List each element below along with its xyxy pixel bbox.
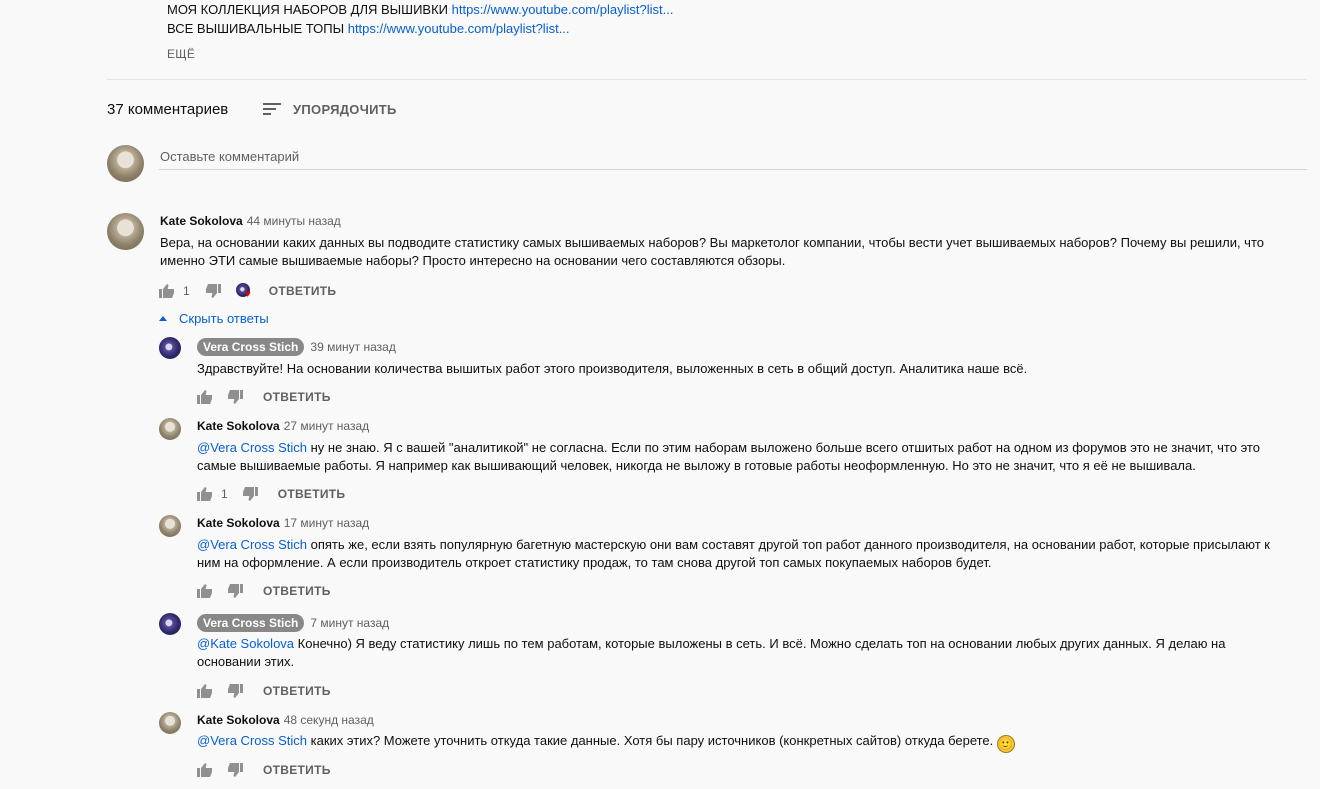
show-more-button[interactable]: ЕЩЁ (167, 47, 195, 61)
comment-header: Kate Sokolova 44 минуты назад (160, 214, 341, 228)
comment-time[interactable]: 44 минуты назад (247, 214, 341, 228)
reply-header: Vera Cross Stich 39 минут назад (197, 338, 396, 356)
reply-actions: ОТВЕТИТЬ (197, 761, 331, 779)
thumb-down-icon[interactable] (205, 284, 221, 298)
comments-count: 37 комментариев (107, 101, 229, 118)
reply-text: Здравствуйте! На основании количества вы… (197, 360, 1277, 378)
avatar[interactable] (107, 213, 144, 250)
avatar[interactable] (159, 515, 181, 537)
author-name[interactable]: Kate Sokolova (197, 516, 280, 530)
playlist-link[interactable]: https://www.youtube.com/playlist?list... (348, 21, 570, 36)
creator-heart-icon: ♥ (235, 283, 254, 300)
sort-icon (263, 101, 283, 117)
reply-button[interactable]: ОТВЕТИТЬ (263, 684, 331, 698)
description-line-2: ВСЕ ВЫШИВАЛЬНЫЕ ТОПЫ https://www.youtube… (167, 21, 570, 36)
thumb-up-icon[interactable] (197, 584, 213, 598)
divider (107, 79, 1307, 80)
channel-owner-badge[interactable]: Vera Cross Stich (197, 338, 305, 356)
sort-button[interactable]: УПОРЯДОЧИТЬ (263, 101, 397, 117)
hide-replies-button[interactable]: Скрыть ответы (159, 311, 269, 326)
author-name[interactable]: Kate Sokolova (197, 713, 280, 727)
caret-up-icon (159, 316, 167, 321)
comment-input[interactable]: Оставьте комментарий (160, 149, 299, 164)
description-line-1: МОЯ КОЛЛЕКЦИЯ НАБОРОВ ДЛЯ ВЫШИВКИ https:… (167, 2, 673, 17)
reply-actions: ОТВЕТИТЬ (197, 582, 331, 600)
smile-emoji-icon: 🙂 (996, 735, 1015, 753)
thumb-down-icon[interactable] (227, 390, 243, 404)
current-user-avatar (107, 145, 144, 182)
reply-header: Kate Sokolova 17 минут назад (197, 516, 369, 530)
comment-actions: 1 ♥ ОТВЕТИТЬ (159, 282, 336, 300)
reply-button[interactable]: ОТВЕТИТЬ (278, 487, 346, 501)
avatar[interactable] (159, 337, 181, 359)
mention-link[interactable]: @Vera Cross Stich (197, 440, 307, 455)
description-text: МОЯ КОЛЛЕКЦИЯ НАБОРОВ ДЛЯ ВЫШИВКИ (167, 2, 452, 17)
reply-body: ну не знаю. Я с вашей "аналитикой" не со… (197, 440, 1260, 473)
like-count: 1 (183, 284, 190, 298)
reply-button[interactable]: ОТВЕТИТЬ (263, 763, 331, 777)
reply-text: @Vera Cross Stich ну не знаю. Я с вашей … (197, 439, 1277, 475)
reply-header: Kate Sokolova 27 минут назад (197, 419, 369, 433)
avatar[interactable] (159, 712, 181, 734)
reply-actions: ОТВЕТИТЬ (197, 682, 331, 700)
reply-button[interactable]: ОТВЕТИТЬ (263, 390, 331, 404)
thumb-down-icon[interactable] (227, 763, 243, 777)
hide-replies-label: Скрыть ответы (179, 311, 269, 326)
reply-time[interactable]: 27 минут назад (284, 419, 369, 433)
reply-time[interactable]: 48 секунд назад (284, 713, 374, 727)
thumb-down-icon[interactable] (242, 487, 258, 501)
reply-time[interactable]: 7 минут назад (310, 616, 389, 630)
author-name[interactable]: Kate Sokolova (197, 419, 280, 433)
thumb-down-icon[interactable] (227, 584, 243, 598)
reply-header: Vera Cross Stich 7 минут назад (197, 614, 389, 632)
reply-body: каких этих? Можете уточнить откуда такие… (307, 733, 997, 748)
comment-input-underline (159, 169, 1307, 170)
comment-text: Вера, на основании каких данных вы подво… (160, 235, 1264, 268)
avatar[interactable] (159, 613, 181, 635)
playlist-link[interactable]: https://www.youtube.com/playlist?list... (452, 2, 674, 17)
thumb-down-icon[interactable] (227, 684, 243, 698)
reply-time[interactable]: 39 минут назад (310, 340, 395, 354)
avatar[interactable] (159, 418, 181, 440)
thumb-up-icon[interactable] (197, 390, 213, 404)
reply-actions: ОТВЕТИТЬ (197, 388, 331, 406)
thumb-up-icon[interactable] (159, 284, 175, 298)
reply-button[interactable]: ОТВЕТИТЬ (269, 284, 337, 298)
like-count: 1 (221, 487, 228, 501)
thumb-up-icon[interactable] (197, 684, 213, 698)
reply-text: @Vera Cross Stich опять же, если взять п… (197, 536, 1277, 572)
sort-label: УПОРЯДОЧИТЬ (293, 101, 397, 117)
reply-actions: 1 ОТВЕТИТЬ (197, 485, 345, 503)
thumb-up-icon[interactable] (197, 487, 213, 501)
reply-header: Kate Sokolova 48 секунд назад (197, 713, 374, 727)
mention-link[interactable]: @Vera Cross Stich (197, 733, 307, 748)
reply-button[interactable]: ОТВЕТИТЬ (263, 584, 331, 598)
reply-body: Конечно) Я веду статистику лишь по тем р… (197, 636, 1226, 669)
reply-body: Здравствуйте! На основании количества вы… (197, 361, 1028, 376)
mention-link[interactable]: @Kate Sokolova (197, 636, 294, 651)
description-text: ВСЕ ВЫШИВАЛЬНЫЕ ТОПЫ (167, 21, 348, 36)
reply-text: @Kate Sokolova Конечно) Я веду статистик… (197, 635, 1277, 671)
thumb-up-icon[interactable] (197, 763, 213, 777)
reply-body: опять же, если взять популярную багетную… (197, 537, 1270, 570)
reply-time[interactable]: 17 минут назад (284, 516, 369, 530)
author-name[interactable]: Kate Sokolova (160, 214, 243, 228)
reply-text: @Vera Cross Stich каких этих? Можете уто… (197, 732, 1277, 753)
channel-owner-badge[interactable]: Vera Cross Stich (197, 614, 305, 632)
mention-link[interactable]: @Vera Cross Stich (197, 537, 307, 552)
